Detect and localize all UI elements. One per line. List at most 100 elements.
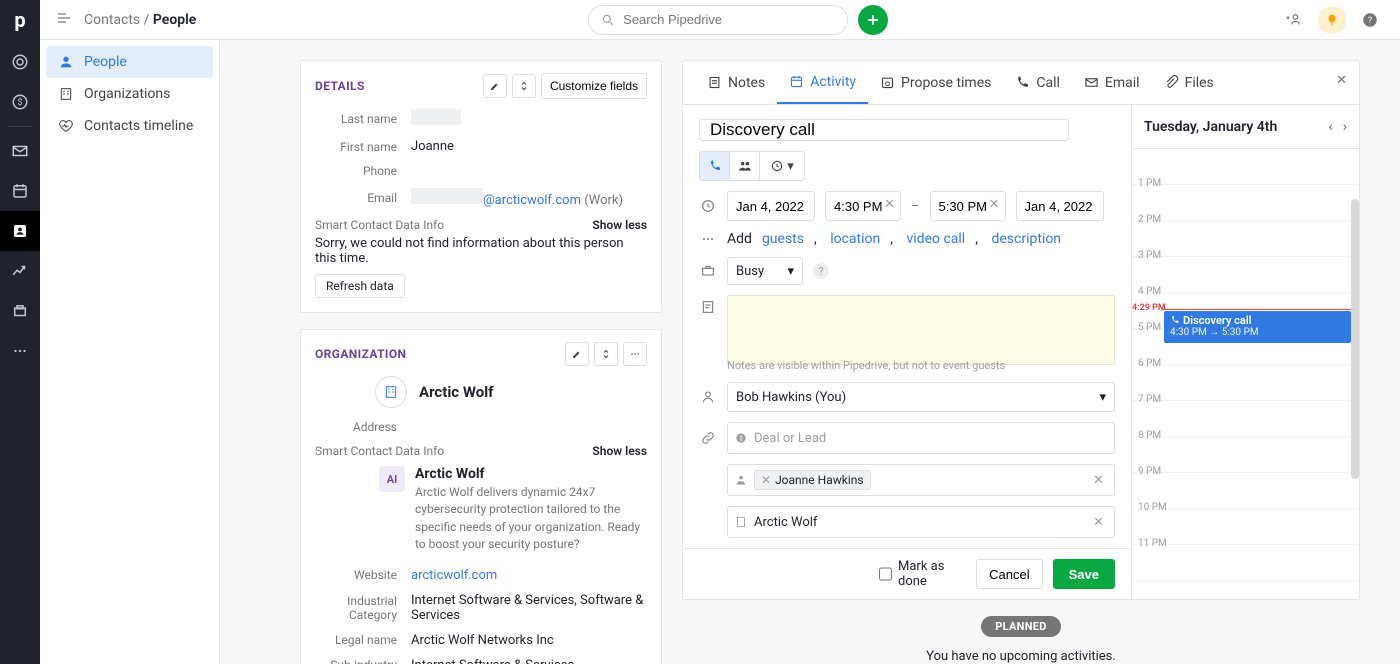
nav-leads[interactable] [0, 42, 40, 82]
phone-label: Phone [315, 164, 411, 178]
deal-input[interactable]: $ Deal or Lead [727, 422, 1115, 454]
edit-fields-button[interactable] [483, 74, 507, 98]
now-time: 4:29 PM [1132, 303, 1166, 313]
add-guests-link[interactable]: guests [762, 231, 804, 247]
org-link[interactable]: Arctic Wolf [375, 376, 647, 408]
first-name-value[interactable]: Joanne [411, 139, 647, 154]
clear-start-time[interactable]: ✕ [884, 197, 895, 212]
activities-summary: PLANNED You have no upcoming activities.… [682, 616, 1360, 664]
org-smart-label: Smart Contact Data Info [315, 444, 444, 458]
end-date-input[interactable] [1016, 191, 1104, 221]
menu-icon[interactable] [56, 10, 72, 30]
planned-tag: PLANNED [981, 616, 1061, 637]
logo: p [9, 8, 31, 30]
clear-contact-button[interactable]: ✕ [1089, 473, 1108, 488]
more-icon [699, 231, 717, 247]
subindustry-label: Sub-industry [315, 658, 411, 664]
start-date-input[interactable] [727, 191, 815, 221]
calendar-event[interactable]: Discovery call 4:30 PM → 5:30 PM [1164, 311, 1351, 343]
breadcrumb-section[interactable]: Contacts [84, 12, 140, 28]
invite-icon[interactable] [1280, 6, 1308, 34]
more-org-button[interactable] [623, 342, 647, 366]
breadcrumb-current[interactable]: People [153, 12, 196, 28]
contact-input[interactable]: ✕Joanne Hawkins ✕ [727, 464, 1115, 496]
refresh-data-button[interactable]: Refresh data [315, 274, 405, 298]
add-button[interactable] [858, 5, 888, 35]
clock-icon [699, 198, 717, 214]
add-description-link[interactable]: description [991, 231, 1061, 247]
availability-help-icon[interactable]: ? [813, 263, 829, 279]
sidebar-item-organizations[interactable]: Organizations [46, 78, 213, 110]
activity-tabs: Notes Activity Propose times Call Email … [683, 61, 1359, 105]
help-icon[interactable]: ? [1356, 6, 1384, 34]
calendar-date: Tuesday, January 4th [1144, 119, 1277, 135]
notes-hint: Notes are visible within Pipedrive, but … [727, 359, 1115, 372]
calendar-next[interactable]: › [1343, 119, 1347, 135]
mark-done-checkbox[interactable]: Mark as done [879, 559, 966, 589]
reorder-org-button[interactable] [594, 342, 618, 366]
org-show-less-button[interactable]: Show less [592, 444, 647, 458]
edit-org-button[interactable] [565, 342, 589, 366]
add-video-link[interactable]: video call [907, 231, 966, 247]
website-link[interactable]: arcticwolf.com [411, 568, 497, 583]
sidebar-item-timeline[interactable]: Contacts timeline [46, 110, 213, 142]
clear-end-time[interactable]: ✕ [989, 197, 1000, 212]
calendar-scrollbar[interactable] [1347, 149, 1359, 599]
building-icon [58, 86, 74, 102]
add-location-link[interactable]: location [830, 231, 880, 247]
nav-contacts[interactable] [0, 211, 40, 251]
form-footer: Mark as done Cancel Save [683, 548, 1131, 599]
tab-notes[interactable]: Notes [695, 61, 777, 104]
customize-fields-button[interactable]: Customize fields [541, 73, 647, 99]
contact-chip[interactable]: ✕Joanne Hawkins [754, 470, 871, 490]
nav-products[interactable] [0, 291, 40, 331]
type-more-button[interactable]: ▾ [760, 152, 804, 180]
calendar-prev[interactable]: ‹ [1328, 119, 1332, 135]
svg-text:$: $ [17, 97, 22, 108]
availability-select[interactable]: Busy▾ [727, 257, 803, 285]
first-name-label: First name [315, 140, 411, 154]
nav-insights[interactable] [0, 251, 40, 291]
nav-activities[interactable] [0, 171, 40, 211]
nav-deals[interactable]: $ [0, 82, 40, 122]
tab-propose-times[interactable]: Propose times [868, 61, 1003, 104]
calendar-day-grid[interactable]: 1 PM 2 PM 3 PM 4 PM 5 PM 6 PM 7 PM 8 PM … [1132, 149, 1359, 599]
search-input[interactable] [623, 12, 835, 27]
search-box[interactable] [588, 5, 848, 35]
ai-badge: AI [379, 466, 405, 492]
activity-type-buttons: ▾ [699, 151, 805, 181]
sidebar-item-people[interactable]: People [46, 46, 213, 78]
cancel-button[interactable]: Cancel [976, 559, 1042, 589]
type-meeting-button[interactable] [730, 152, 760, 180]
tab-activity[interactable]: Activity [777, 61, 868, 104]
close-panel-button[interactable]: ✕ [1336, 73, 1347, 88]
show-less-button[interactable]: Show less [592, 218, 647, 232]
reorder-fields-button[interactable] [512, 74, 536, 98]
tips-icon[interactable] [1318, 6, 1346, 34]
sidebar: People Organizations Contacts timeline [40, 40, 220, 664]
notes-textarea[interactable] [727, 295, 1115, 365]
clear-org-button[interactable]: ✕ [1089, 515, 1108, 530]
nav-mail[interactable] [0, 131, 40, 171]
nav-more[interactable] [0, 331, 40, 371]
tab-call[interactable]: Call [1003, 61, 1072, 104]
org-desc-text: Arctic Wolf delivers dynamic 24x7 cybers… [415, 484, 647, 554]
last-name-value[interactable] [411, 109, 647, 129]
save-button[interactable]: Save [1053, 559, 1115, 589]
sidebar-item-label: Contacts timeline [84, 118, 193, 134]
tab-email[interactable]: Email [1072, 61, 1152, 104]
tab-files[interactable]: Files [1152, 61, 1226, 104]
svg-text:$: $ [739, 434, 743, 442]
org-input[interactable]: Arctic Wolf ✕ [727, 506, 1115, 538]
activity-subject-input[interactable] [699, 119, 1069, 141]
email-value[interactable]: @arcticwolf.com (Work) [411, 188, 647, 208]
activity-form: ▾ ✕ – ✕ Add guests, location, video call… [683, 105, 1131, 599]
last-name-label: Last name [315, 112, 411, 126]
type-call-button[interactable] [700, 152, 730, 180]
details-column: Details Customize fields Last name First… [300, 60, 662, 664]
link-icon [699, 430, 717, 446]
smart-data-label: Smart Contact Data Info [315, 218, 444, 232]
industry-value: Internet Software & Services, Software &… [411, 593, 647, 623]
owner-select[interactable]: Bob Hawkins (You)▾ [727, 382, 1115, 412]
smart-not-found: Sorry, we could not find information abo… [315, 236, 647, 266]
